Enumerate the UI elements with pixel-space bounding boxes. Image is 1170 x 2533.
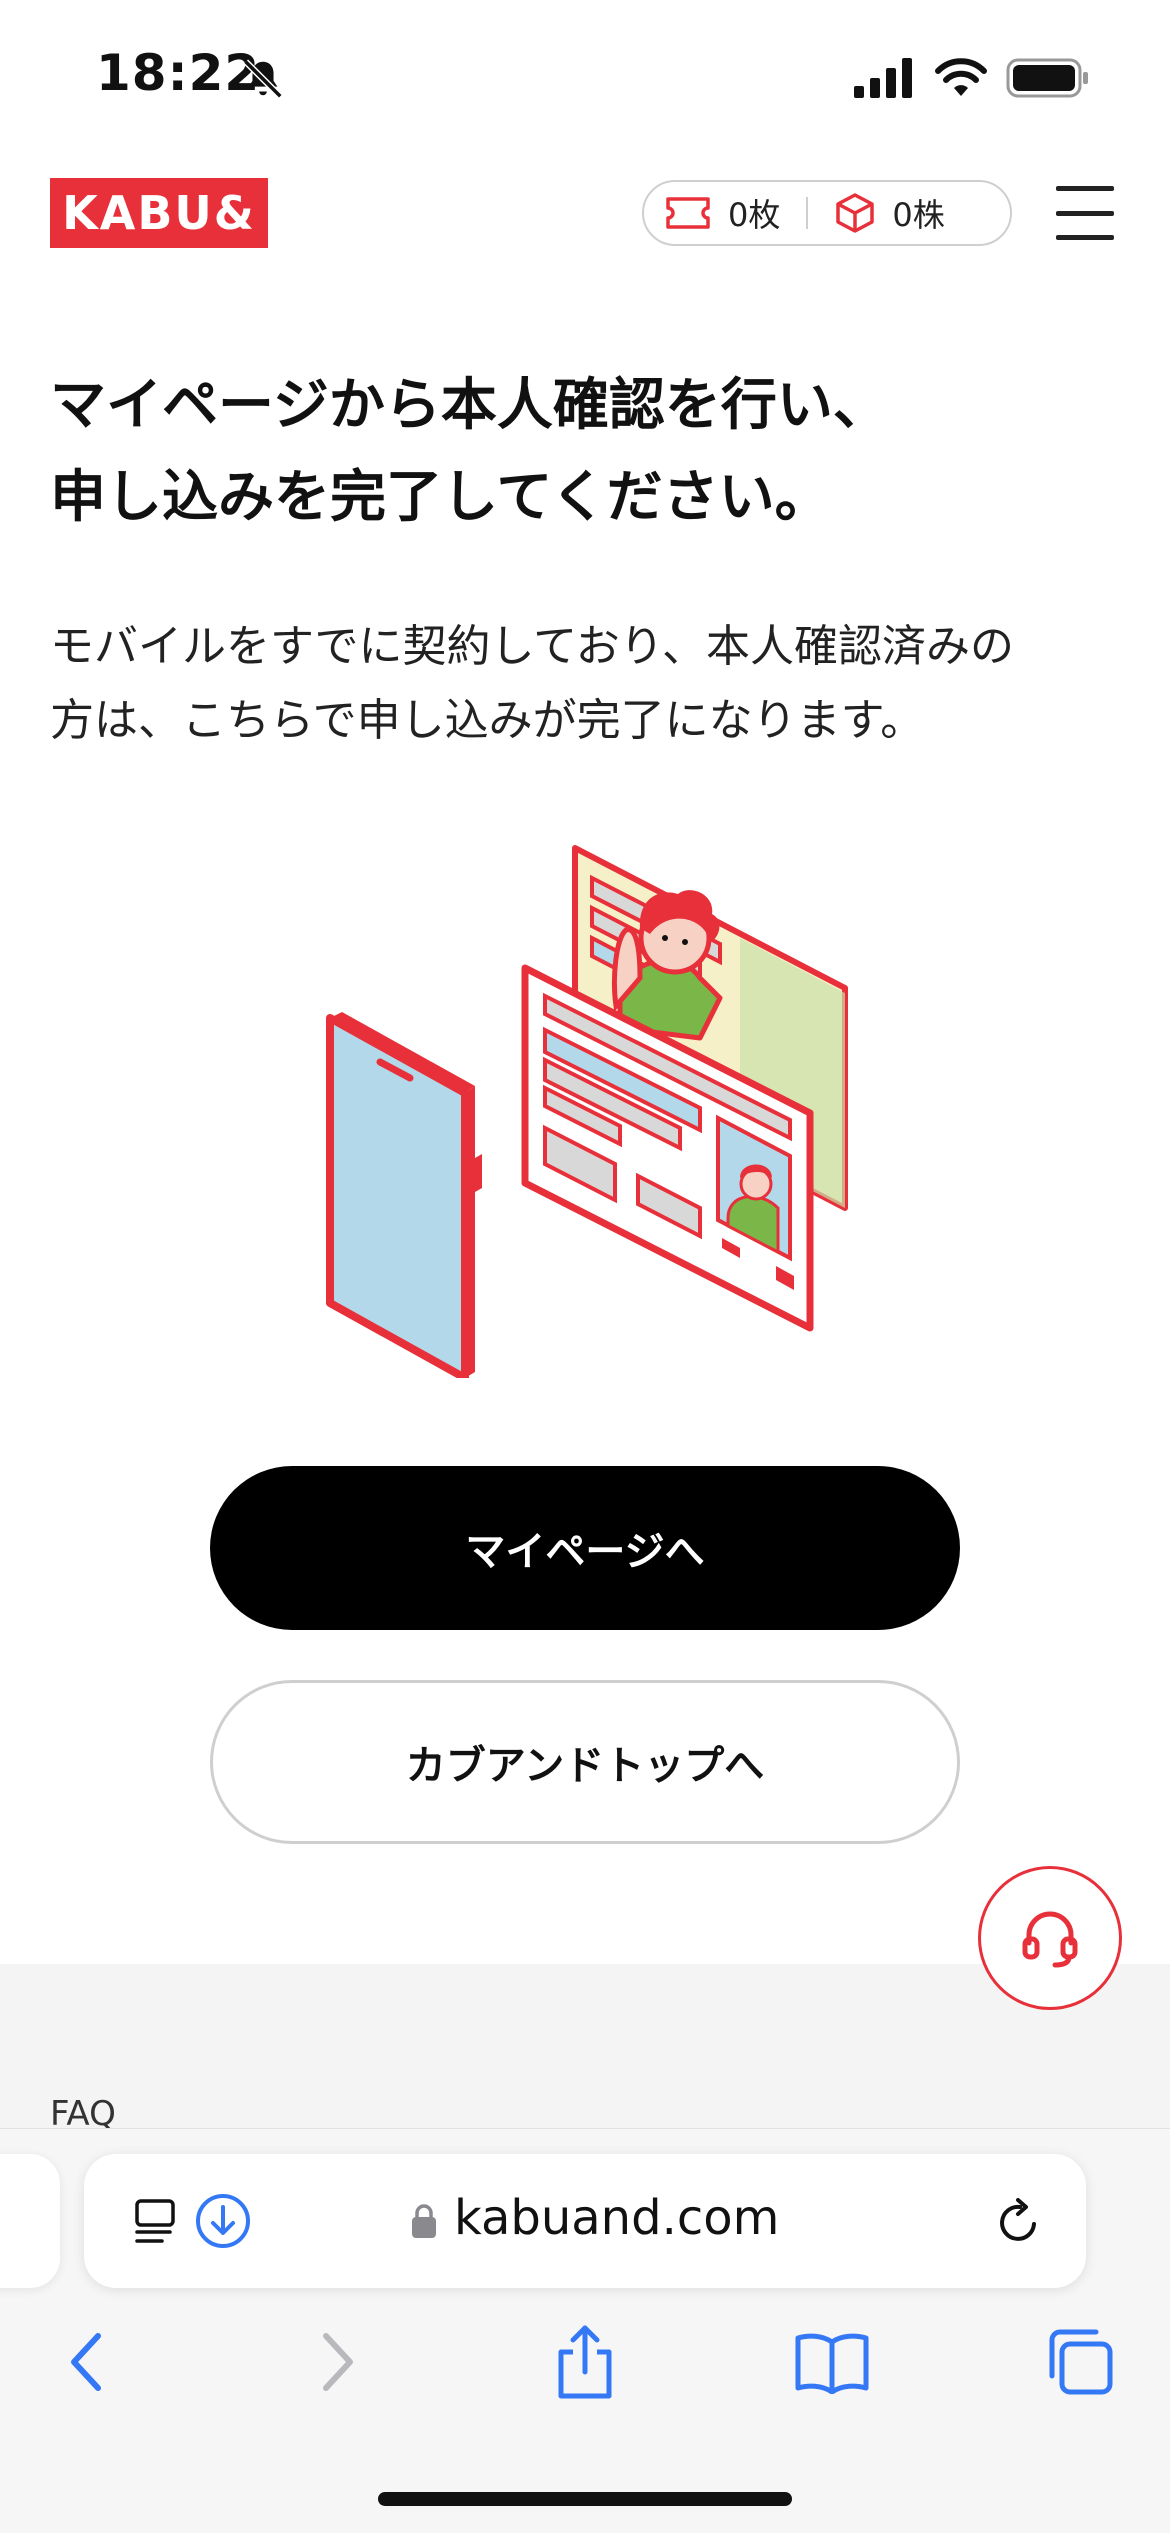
stock-counter[interactable]: 0株	[834, 190, 945, 236]
download-icon[interactable]	[194, 2192, 252, 2250]
mypage-button[interactable]: マイページへ	[210, 1466, 960, 1630]
heading-line-2: 申し込みを完了してください。	[50, 465, 831, 530]
support-button[interactable]	[978, 1866, 1122, 2010]
lock-icon	[412, 2204, 436, 2238]
chevron-left-icon	[71, 2333, 101, 2391]
smartphone	[326, 1012, 482, 1378]
stock-count: 0株	[892, 196, 945, 234]
headset-icon	[1022, 1911, 1078, 1968]
cube-icon	[836, 193, 875, 233]
book-icon	[795, 2333, 869, 2394]
previous-tab-peek[interactable]	[0, 2154, 60, 2288]
reload-icon[interactable]	[990, 2194, 1046, 2250]
home-indicator	[378, 2492, 792, 2506]
url-text[interactable]: kabuand.com	[454, 2190, 779, 2246]
page-description: モバイルをすでに契約しており、本人確認済みの 方は、こちらで申し込みが完了になり…	[50, 610, 1130, 758]
ticket-counter[interactable]: 0枚	[664, 190, 780, 236]
identity-verification-illustration	[326, 845, 848, 1378]
tabs-icon	[1049, 2329, 1113, 2395]
heading-line-1: マイページから本人確認を行い、	[50, 373, 889, 438]
back-button[interactable]	[46, 2322, 126, 2402]
share-button[interactable]	[545, 2322, 625, 2402]
ticket-count: 0枚	[728, 196, 781, 234]
signal-icon	[854, 58, 912, 98]
status-icons	[854, 56, 1090, 100]
description-line-2: 方は、こちらで申し込みが完了になります。	[50, 695, 925, 746]
ticket-stock-counter[interactable]: 0枚 0株	[642, 180, 1012, 246]
counter-divider	[806, 197, 809, 229]
menu-icon[interactable]	[1056, 186, 1114, 240]
chevron-right-icon	[323, 2333, 353, 2391]
battery-icon	[1006, 58, 1088, 98]
kabuand-top-button[interactable]: カブアンドトップへ	[210, 1680, 960, 1844]
tabs-button[interactable]	[1040, 2322, 1120, 2402]
forward-button[interactable]	[298, 2322, 378, 2402]
wifi-icon	[935, 58, 987, 96]
kabuand-logo[interactable]: KABU&	[50, 178, 268, 248]
page-heading: マイページから本人確認を行い、 申し込みを完了してください。	[50, 360, 1130, 544]
bookmarks-button[interactable]	[792, 2322, 872, 2402]
reader-icon[interactable]	[134, 2196, 184, 2246]
ticket-icon	[666, 197, 710, 229]
status-time: 18:22	[96, 44, 261, 102]
share-icon	[558, 2325, 612, 2399]
description-line-1: モバイルをすでに契約しており、本人確認済みの	[50, 621, 1015, 672]
bell-slash-icon	[243, 59, 283, 99]
